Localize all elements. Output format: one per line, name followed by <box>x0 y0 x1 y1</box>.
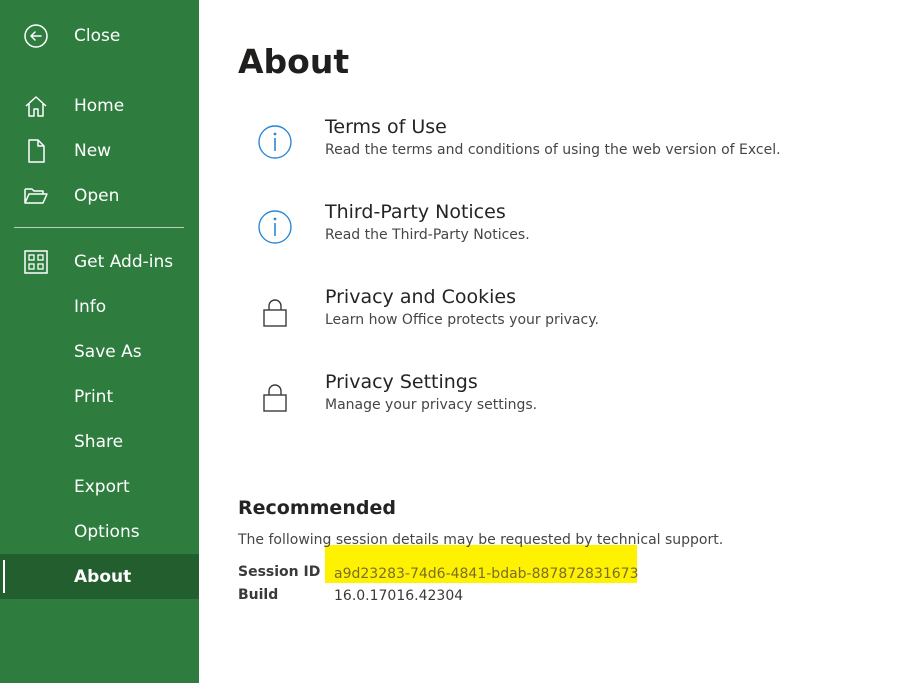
lock-icon <box>257 379 293 415</box>
third-party-notices-link[interactable]: Third-Party Notices Read the Third-Party… <box>237 201 837 271</box>
item-title: Privacy Settings <box>325 371 478 393</box>
session-id-value: a9d23283-74d6-4841-bdab-887872831673 <box>334 566 639 582</box>
add-ins-grid-icon <box>22 248 50 276</box>
item-description: Read the Third-Party Notices. <box>325 227 530 243</box>
nav-label-info: Info <box>74 296 107 317</box>
session-id-label: Session ID <box>238 564 321 580</box>
nav-label-open: Open <box>74 185 120 206</box>
build-label: Build <box>238 587 279 603</box>
about-panel: About Terms of Use Read the terms and co… <box>199 0 901 683</box>
nav-item-share[interactable]: Share <box>0 419 199 464</box>
nav-label-about: About <box>74 566 132 587</box>
item-description: Read the terms and conditions of using t… <box>325 142 781 158</box>
page-title: About <box>238 42 350 81</box>
info-icon <box>257 209 293 245</box>
nav-item-get-add-ins[interactable]: Get Add-ins <box>0 239 199 284</box>
nav-item-open[interactable]: Open <box>0 173 199 218</box>
lock-icon <box>257 294 293 330</box>
nav-label-options: Options <box>74 521 140 542</box>
backstage-sidebar: Close Home New Open Get Add-ins Info Sav… <box>0 0 199 683</box>
nav-item-options[interactable]: Options <box>0 509 199 554</box>
nav-label-share: Share <box>74 431 124 452</box>
item-title: Third-Party Notices <box>325 201 506 223</box>
nav-item-print[interactable]: Print <box>0 374 199 419</box>
nav-item-info[interactable]: Info <box>0 284 199 329</box>
back-arrow-icon <box>22 22 50 50</box>
item-title: Privacy and Cookies <box>325 286 517 308</box>
folder-open-icon <box>22 182 50 210</box>
nav-label-home: Home <box>74 95 125 116</box>
info-icon <box>257 124 293 160</box>
nav-item-home[interactable]: Home <box>0 83 199 128</box>
nav-item-save-as[interactable]: Save As <box>0 329 199 374</box>
nav-item-new[interactable]: New <box>0 128 199 173</box>
nav-label-export: Export <box>74 476 130 497</box>
nav-item-export[interactable]: Export <box>0 464 199 509</box>
nav-label-print: Print <box>74 386 114 407</box>
terms-of-use-link[interactable]: Terms of Use Read the terms and conditio… <box>237 116 837 186</box>
item-description: Learn how Office protects your privacy. <box>325 312 599 328</box>
nav-label-get-add-ins: Get Add-ins <box>74 251 174 272</box>
sidebar-divider <box>14 227 184 228</box>
new-document-icon <box>22 137 50 165</box>
nav-item-about[interactable]: About <box>0 554 199 599</box>
recommended-description: The following session details may be req… <box>238 532 724 548</box>
nav-label-save-as: Save As <box>74 341 142 362</box>
nav-label-new: New <box>74 140 112 161</box>
privacy-settings-link[interactable]: Privacy Settings Manage your privacy set… <box>237 371 837 441</box>
home-icon <box>22 92 50 120</box>
item-description: Manage your privacy settings. <box>325 397 538 413</box>
recommended-heading: Recommended <box>238 497 396 519</box>
item-title: Terms of Use <box>325 116 447 138</box>
privacy-and-cookies-link[interactable]: Privacy and Cookies Learn how Office pro… <box>237 286 837 356</box>
close-button[interactable]: Close <box>0 13 199 58</box>
build-value: 16.0.17016.42304 <box>334 588 464 604</box>
close-label: Close <box>74 25 121 46</box>
